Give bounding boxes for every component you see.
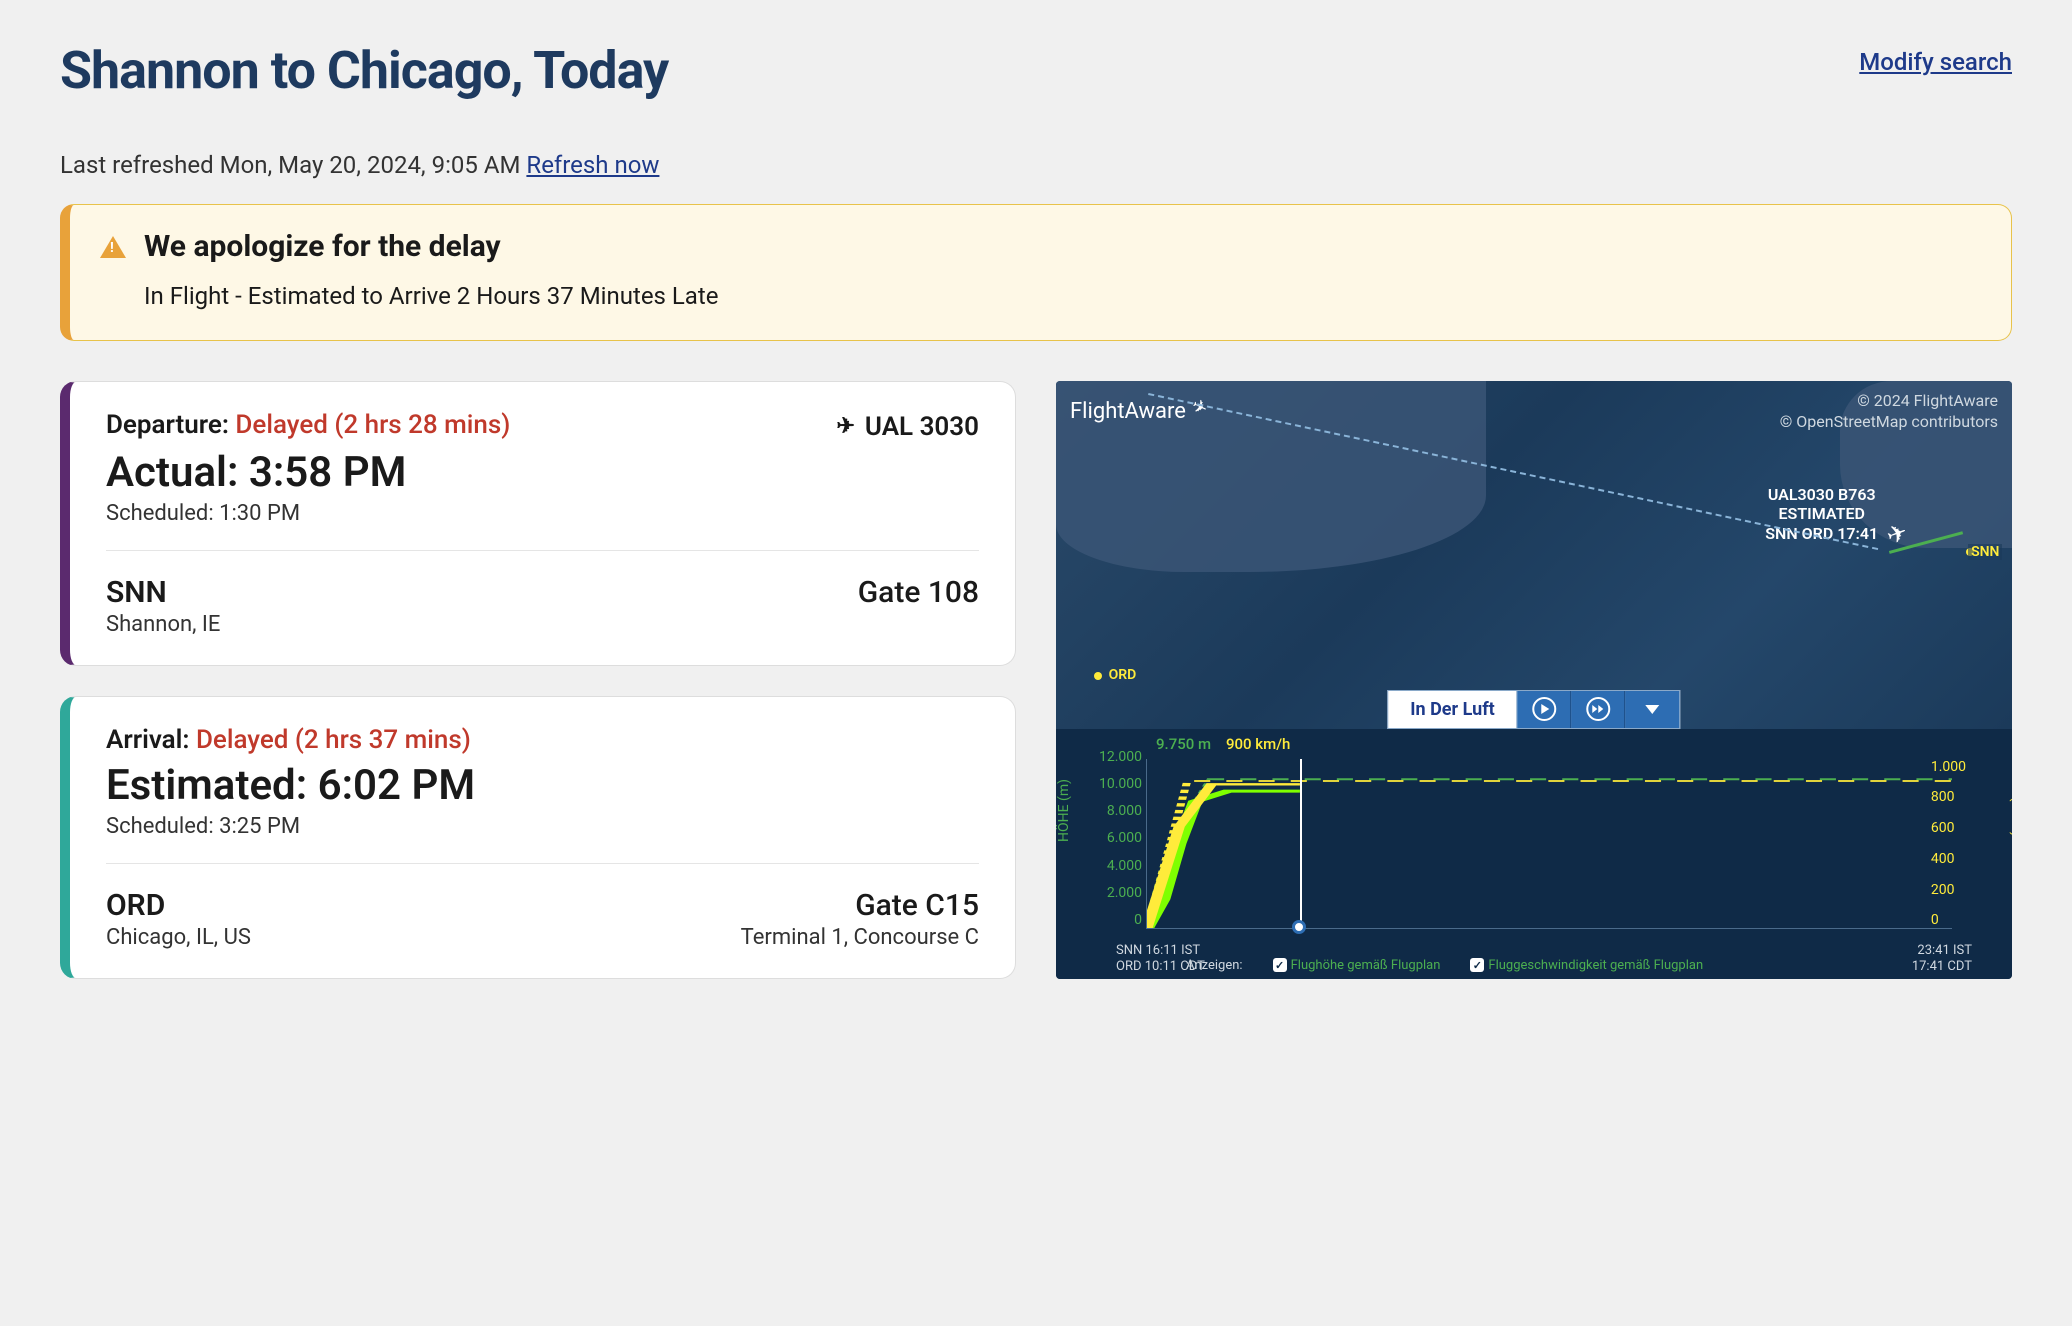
flight-status-label: In Der Luft bbox=[1388, 691, 1517, 728]
departure-actual-time: Actual: 3:58 PM bbox=[106, 448, 979, 497]
modify-search-link[interactable]: Modify search bbox=[1859, 48, 2012, 76]
plot-area bbox=[1146, 759, 1952, 929]
fast-forward-button[interactable] bbox=[1572, 691, 1626, 728]
alert-heading: We apologize for the delay bbox=[144, 229, 501, 264]
chart-cursor-handle[interactable] bbox=[1292, 920, 1306, 934]
origin-label: SNN bbox=[1968, 544, 2002, 560]
departure-airport-city: Shannon, IE bbox=[106, 612, 220, 637]
refresh-status: Last refreshed Mon, May 20, 2024, 9:05 A… bbox=[60, 151, 2012, 179]
arrival-estimated-time: Estimated: 6:02 PM bbox=[106, 761, 979, 810]
dropdown-button[interactable] bbox=[1626, 691, 1680, 728]
y-axis-left-label: HÖHE (m) bbox=[1056, 779, 1072, 842]
chart-lines bbox=[1147, 759, 1952, 928]
chart-legend: Anzeigen: ✓Flughöhe gemäß Flugplan ✓Flug… bbox=[1186, 958, 1992, 973]
legend-prefix: Anzeigen: bbox=[1186, 958, 1243, 973]
speed-peak-label: 900 km/h bbox=[1226, 735, 1290, 753]
divider bbox=[106, 863, 979, 864]
departure-card: Departure: Delayed (2 hrs 28 mins) ✈ UAL… bbox=[60, 381, 1016, 666]
departure-label: Departure: bbox=[106, 410, 229, 440]
map-playback-controls: In Der Luft bbox=[1387, 690, 1680, 729]
delay-alert: We apologize for the delay In Flight - E… bbox=[60, 204, 2012, 341]
arrival-card: Arrival: Delayed (2 hrs 37 mins) Estimat… bbox=[60, 696, 1016, 979]
arrival-scheduled-time: Scheduled: 3:25 PM bbox=[106, 814, 979, 839]
departure-scheduled-time: Scheduled: 1:30 PM bbox=[106, 501, 979, 526]
arrival-airport-city: Chicago, IL, US bbox=[106, 925, 251, 950]
flight-code: UAL 3030 bbox=[865, 412, 979, 442]
refresh-now-link[interactable]: Refresh now bbox=[526, 151, 659, 179]
refresh-timestamp: Last refreshed Mon, May 20, 2024, 9:05 A… bbox=[60, 151, 526, 179]
alert-subtext: In Flight - Estimated to Arrive 2 Hours … bbox=[144, 282, 1981, 310]
flight-number: ✈ UAL 3030 bbox=[836, 412, 979, 442]
play-button[interactable] bbox=[1518, 691, 1572, 728]
altitude-speed-chart[interactable]: 9.750 m 900 km/h HÖHE (m) GESCHWINDIGKEI… bbox=[1056, 729, 2012, 979]
flight-overlay-info: UAL3030 B763 ESTIMATED SNN ORD 17:41 bbox=[1765, 485, 1878, 543]
arrival-terminal: Terminal 1, Concourse C bbox=[741, 925, 979, 950]
flight-map[interactable]: FlightAware✈ © 2024 FlightAware © OpenSt… bbox=[1056, 381, 2012, 729]
warning-icon bbox=[100, 236, 126, 258]
y-axis-left-ticks: 12.000 10.000 8.000 6.000 4.000 2.000 0 bbox=[1096, 749, 1142, 929]
arrival-label: Arrival: bbox=[106, 725, 189, 755]
departure-gate: Gate 108 bbox=[858, 575, 979, 610]
chart-cursor-line bbox=[1300, 759, 1302, 928]
flight-map-panel: FlightAware✈ © 2024 FlightAware © OpenSt… bbox=[1056, 381, 2012, 979]
legend-speed-toggle[interactable]: ✓Fluggeschwindigkeit gemäß Flugplan bbox=[1470, 958, 1703, 973]
departure-airport-code: SNN bbox=[106, 575, 220, 610]
departure-status: Delayed (2 hrs 28 mins) bbox=[235, 410, 510, 440]
legend-altitude-toggle[interactable]: ✓Flughöhe gemäß Flugplan bbox=[1273, 958, 1441, 973]
y-axis-right-label: GESCHWINDIGKEIT (km/h) bbox=[2009, 680, 2013, 836]
altitude-peak-label: 9.750 m bbox=[1156, 735, 1211, 753]
arrival-gate: Gate C15 bbox=[741, 888, 979, 923]
destination-label: ORD bbox=[1109, 667, 1137, 683]
divider bbox=[106, 550, 979, 551]
airplane-icon: ✈ bbox=[836, 414, 854, 439]
arrival-status: Delayed (2 hrs 37 mins) bbox=[196, 725, 471, 755]
destination-marker[interactable] bbox=[1094, 672, 1102, 680]
page-title: Shannon to Chicago, Today bbox=[60, 40, 668, 101]
chevron-down-icon bbox=[1646, 705, 1660, 714]
arrival-airport-code: ORD bbox=[106, 888, 251, 923]
map-attribution: © 2024 FlightAware © OpenStreetMap contr… bbox=[1780, 391, 1998, 433]
